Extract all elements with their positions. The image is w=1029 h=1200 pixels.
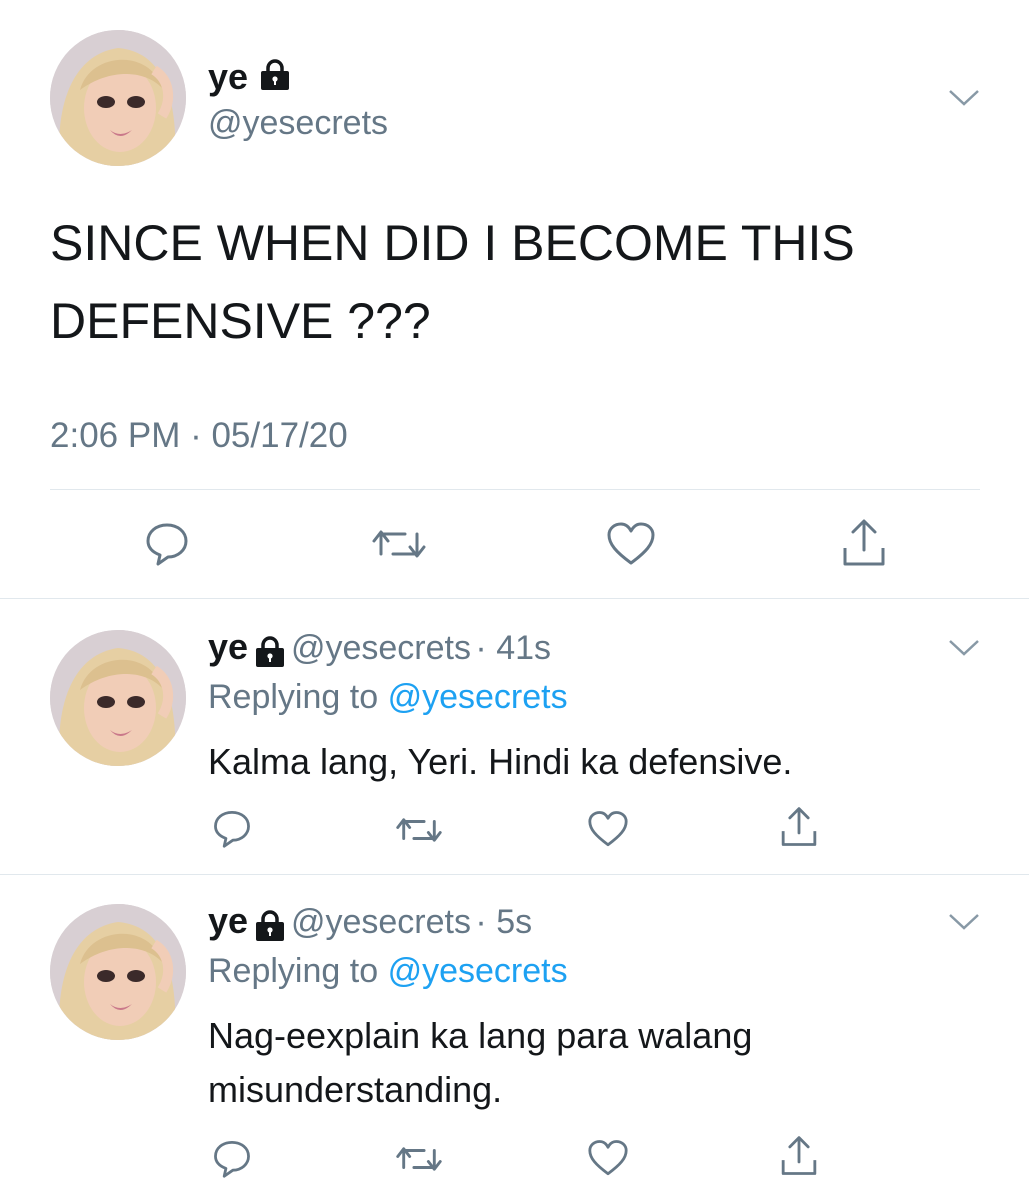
replying-to: Replying to @yesecrets (208, 952, 568, 991)
handle[interactable]: @yesecrets (291, 903, 471, 941)
tweet-text: Nag-eexplain ka lang para walang misunde… (208, 1009, 1008, 1117)
tweet-text-line: DEFENSIVE ??? (50, 293, 431, 349)
retweet-icon[interactable] (395, 1142, 443, 1176)
share-icon[interactable] (779, 806, 819, 848)
comment-icon[interactable] (144, 520, 190, 566)
tweet-text: Kalma lang, Yeri. Hindi ka defensive. (208, 735, 1008, 789)
avatar[interactable] (50, 30, 186, 166)
avatar[interactable] (50, 630, 186, 766)
handle[interactable]: @yesecrets (208, 104, 388, 143)
replying-to-mention[interactable]: @yesecrets (388, 678, 568, 716)
avatar-image (50, 30, 186, 166)
retweet-icon[interactable] (395, 813, 443, 847)
avatar[interactable] (50, 904, 186, 1040)
retweet-icon[interactable] (371, 524, 427, 564)
tweet-timestamp[interactable]: 2:06 PM · 05/17/20 (50, 416, 348, 456)
avatar-image (50, 904, 186, 1040)
heart-icon[interactable] (587, 810, 629, 848)
chevron-down-icon[interactable] (948, 638, 980, 658)
display-name[interactable]: ye (208, 56, 248, 97)
chevron-down-icon[interactable] (948, 88, 980, 108)
replying-to-label: Replying to (208, 678, 379, 716)
reply-header: ye @yesecrets · 5s (208, 900, 532, 947)
heart-icon[interactable] (606, 521, 656, 567)
comment-icon[interactable] (212, 808, 252, 848)
handle[interactable]: @yesecrets (291, 629, 471, 667)
display-name[interactable]: ye (208, 900, 248, 941)
chevron-down-icon[interactable] (948, 912, 980, 932)
divider (0, 874, 1029, 875)
avatar-image (50, 630, 186, 766)
heart-icon[interactable] (587, 1139, 629, 1177)
divider (50, 489, 980, 490)
display-name[interactable]: ye (208, 626, 248, 667)
tweet-text: SINCE WHEN DID I BECOME THIS DEFENSIVE ?… (50, 204, 990, 360)
replying-to-label: Replying to (208, 952, 379, 990)
tweet-text-line: Nag-eexplain ka lang para walang (208, 1015, 753, 1056)
lock-icon (253, 636, 287, 673)
replying-to: Replying to @yesecrets (208, 678, 568, 717)
divider (0, 598, 1029, 599)
lock-icon (258, 58, 292, 100)
tweet-text-line: SINCE WHEN DID I BECOME THIS (50, 215, 855, 271)
lock-icon (253, 910, 287, 947)
relative-time[interactable]: · 41s (475, 629, 551, 667)
share-icon[interactable] (840, 518, 888, 568)
replying-to-mention[interactable]: @yesecrets (388, 952, 568, 990)
relative-time[interactable]: · 5s (475, 903, 532, 941)
tweet-text-line: misunderstanding. (208, 1069, 503, 1110)
reply-header: ye @yesecrets · 41s (208, 626, 551, 673)
share-icon[interactable] (779, 1135, 819, 1177)
tweet-text-line: Kalma lang, Yeri. Hindi ka defensive. (208, 741, 793, 782)
comment-icon[interactable] (212, 1138, 252, 1178)
